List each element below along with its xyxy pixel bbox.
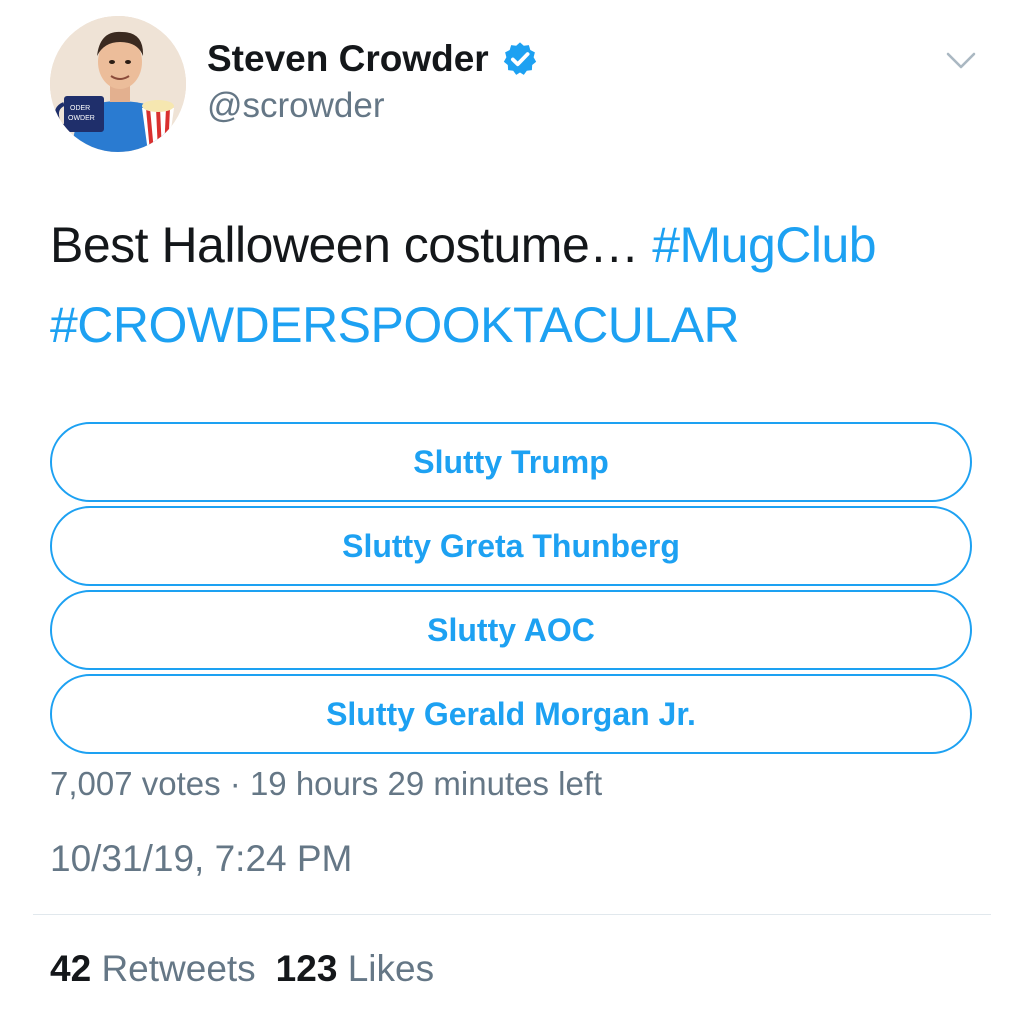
display-name[interactable]: Steven Crowder: [207, 36, 489, 82]
retweets-stat[interactable]: 42 Retweets: [50, 948, 256, 989]
poll-meta: 7,007 votes · 19 hours 29 minutes left: [50, 765, 603, 802]
poll-option[interactable]: Slutty AOC: [50, 590, 972, 670]
avatar-photo: ODER OWDER: [50, 16, 186, 152]
poll: Slutty Trump Slutty Greta Thunberg Slutt…: [50, 422, 972, 758]
retweets-count: 42: [50, 948, 92, 989]
chevron-down-icon[interactable]: [944, 46, 978, 76]
avatar[interactable]: ODER OWDER: [50, 16, 186, 152]
handle[interactable]: @scrowder: [207, 84, 385, 128]
poll-option[interactable]: Slutty Gerald Morgan Jr.: [50, 674, 972, 754]
hashtag-crowderspooktacular[interactable]: #CROWDERSPOOKTACULAR: [50, 297, 740, 353]
poll-option[interactable]: Slutty Trump: [50, 422, 972, 502]
timestamp[interactable]: 10/31/19, 7:24 PM: [50, 836, 352, 882]
tweet-text: Best Halloween costume… #MugClub #CROWDE…: [50, 205, 990, 365]
divider: [33, 914, 991, 915]
poll-option[interactable]: Slutty Greta Thunberg: [50, 506, 972, 586]
likes-label: Likes: [347, 948, 435, 989]
tweet-stats: 42 Retweets 123 Likes: [50, 946, 434, 992]
display-name-row[interactable]: Steven Crowder: [207, 36, 539, 82]
hashtag-mugclub[interactable]: #MugClub: [652, 217, 876, 273]
likes-stat[interactable]: 123 Likes: [276, 948, 434, 989]
mug-text-2: OWDER: [68, 115, 95, 122]
retweets-label: Retweets: [101, 948, 256, 989]
mug-text-1: ODER: [70, 105, 90, 112]
likes-count: 123: [275, 948, 338, 989]
tweet-text-plain: Best Halloween costume…: [50, 217, 639, 273]
verified-badge-icon: [501, 40, 539, 78]
